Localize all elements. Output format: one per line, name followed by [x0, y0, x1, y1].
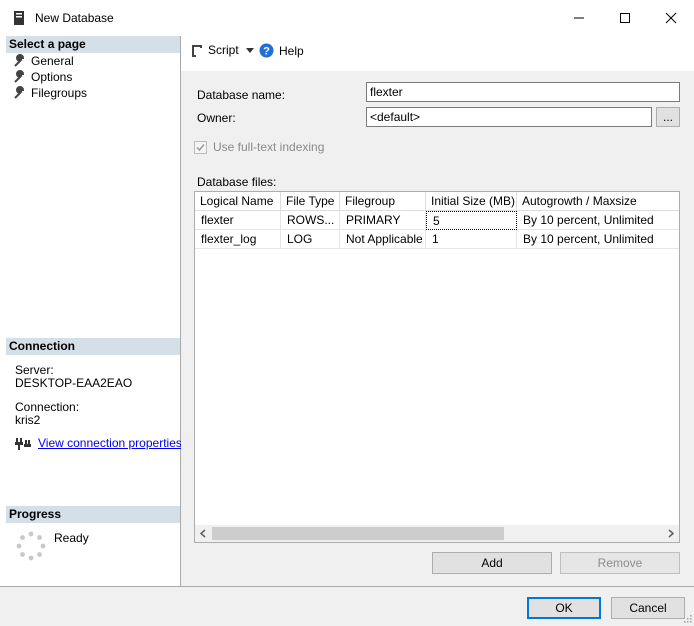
cancel-button[interactable]: Cancel [611, 597, 685, 619]
table-cell[interactable]: LOG [281, 230, 340, 249]
wrench-icon [14, 70, 25, 83]
minimize-button[interactable] [556, 0, 602, 36]
select-page-header: Select a page [6, 36, 180, 53]
table-cell[interactable]: flexter_log [195, 230, 281, 249]
script-button[interactable]: Script [190, 43, 255, 57]
connection-value: kris2 [15, 413, 41, 427]
wrench-icon [14, 86, 25, 99]
maximize-button[interactable] [602, 0, 648, 36]
table-cell[interactable]: 1 [426, 230, 517, 249]
server-value: DESKTOP-EAA2EAO [15, 376, 133, 390]
table-cell[interactable]: Not Applicable [340, 230, 426, 249]
close-icon [665, 12, 677, 24]
table-cell[interactable]: ROWS... [281, 211, 340, 230]
page-item-filegroups-label: Filegroups [31, 86, 88, 100]
column-header-file-type[interactable]: File Type [281, 192, 340, 211]
connection-header: Connection [6, 338, 180, 355]
title-bar: New Database [0, 0, 694, 37]
dropdown-arrow-icon[interactable] [245, 46, 255, 54]
scroll-left-icon[interactable] [199, 529, 207, 538]
maximize-icon [620, 13, 630, 23]
page-item-options-label: Options [31, 70, 73, 84]
script-label: Script [208, 43, 239, 57]
connection-icon [15, 438, 31, 450]
page-item-general[interactable]: General [13, 53, 74, 69]
database-files-label: Database files: [197, 175, 277, 189]
owner-browse-button[interactable]: ... [656, 107, 680, 127]
minimize-icon [574, 17, 584, 19]
wrench-icon [14, 54, 25, 67]
database-name-label: Database name: [197, 88, 286, 102]
fulltext-indexing-label: Use full-text indexing [213, 140, 325, 154]
progress-header: Progress [6, 506, 180, 523]
page-item-filegroups[interactable]: Filegroups [13, 85, 87, 101]
checkbox-checked-icon [194, 140, 207, 154]
server-label: Server: [15, 363, 54, 377]
fulltext-indexing-checkbox[interactable]: Use full-text indexing [194, 140, 324, 154]
close-button[interactable] [648, 0, 694, 36]
progress-spinner-icon [16, 531, 46, 561]
left-pane [0, 36, 181, 586]
help-button[interactable]: ? Help [259, 43, 304, 58]
help-icon: ? [259, 43, 274, 58]
column-header-filegroup[interactable]: Filegroup [340, 192, 426, 211]
database-files-grid: Logical Name File Type Filegroup Initial… [194, 191, 680, 543]
remove-button[interactable]: Remove [560, 552, 680, 574]
column-header-initial-size[interactable]: Initial Size (MB) [426, 192, 517, 211]
database-icon [14, 11, 24, 25]
column-header-logical-name[interactable]: Logical Name [195, 192, 281, 211]
table-cell[interactable]: By 10 percent, Unlimited [517, 230, 679, 249]
owner-label: Owner: [197, 111, 236, 125]
progress-status: Ready [54, 531, 89, 545]
window-title: New Database [35, 11, 114, 25]
ok-button[interactable]: OK [527, 597, 601, 619]
owner-input[interactable] [366, 107, 652, 127]
scroll-right-icon[interactable] [667, 529, 675, 538]
database-name-input[interactable] [366, 82, 680, 102]
table-cell[interactable]: PRIMARY [340, 211, 426, 230]
table-cell[interactable]: By 10 percent, Unlimited [517, 211, 679, 230]
toolbar [181, 36, 694, 66]
scrollbar-thumb[interactable] [212, 527, 504, 540]
horizontal-scrollbar[interactable] [195, 525, 679, 542]
view-connection-properties-link[interactable]: View connection properties [38, 436, 182, 450]
svg-text:?: ? [263, 46, 270, 58]
column-header-autogrowth[interactable]: Autogrowth / Maxsize [517, 192, 679, 211]
resize-grip-icon[interactable] [682, 613, 692, 623]
connection-label: Connection: [15, 400, 80, 414]
page-item-general-label: General [31, 54, 74, 68]
table-cell-selected[interactable]: 5 [426, 211, 517, 230]
script-icon [192, 45, 202, 57]
add-button[interactable]: Add [432, 552, 552, 574]
table-cell[interactable]: flexter [195, 211, 281, 230]
page-item-options[interactable]: Options [13, 69, 72, 85]
help-label: Help [279, 43, 304, 58]
